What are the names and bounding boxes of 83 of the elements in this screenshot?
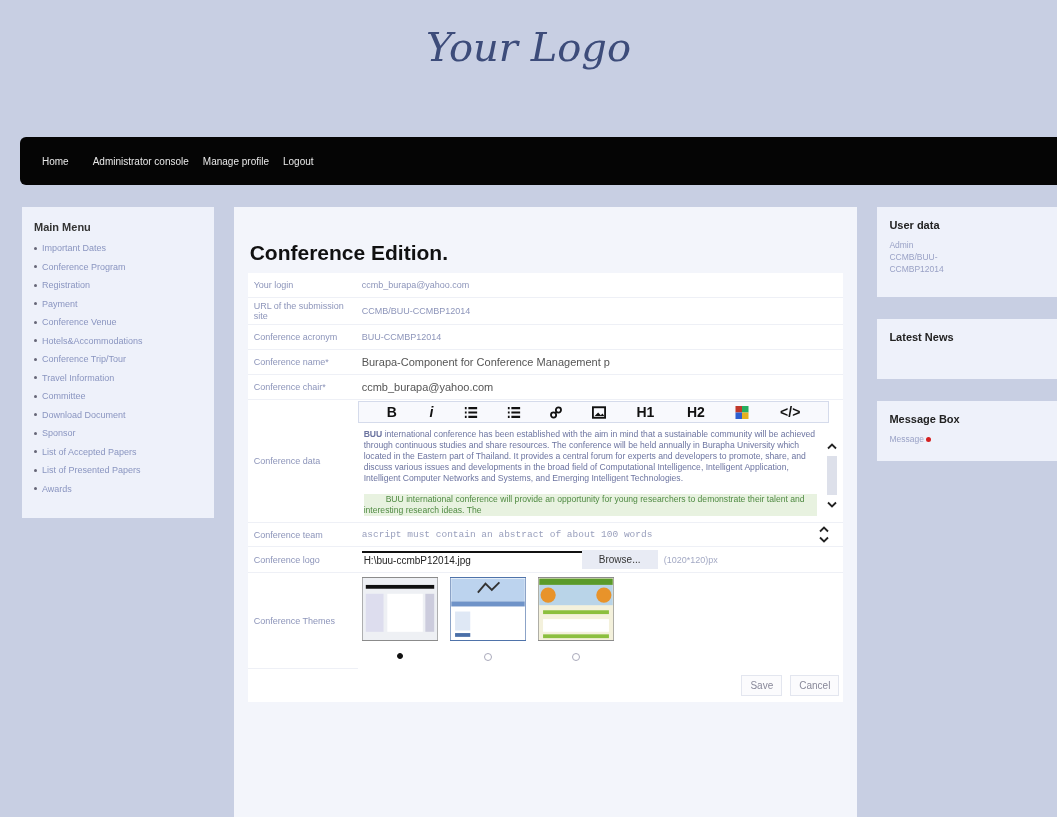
logo-text: Your Logo: [426, 24, 631, 70]
menu-link[interactable]: Conference Program: [42, 261, 126, 272]
nav-link[interactable]: Manage profile: [202, 155, 269, 167]
browse-button[interactable]: Browse...: [581, 550, 658, 569]
image-icon[interactable]: [591, 405, 606, 419]
field-label: Conference name*: [247, 350, 358, 375]
field-value: BUU-CCMBP12014: [361, 332, 442, 342]
scroll-down-icon[interactable]: [819, 536, 830, 543]
menu-link[interactable]: Payment: [42, 298, 78, 309]
menu-link[interactable]: Important Dates: [42, 243, 107, 254]
menu-link[interactable]: Registration: [42, 280, 91, 291]
field-value: ccmb_burapa@yahoo.com: [361, 280, 470, 290]
format-button[interactable]: B: [384, 404, 399, 420]
bullet-icon: [34, 450, 37, 454]
input-field[interactable]: ccmb_burapa@yahoo.com: [361, 381, 682, 393]
bullet-icon: [34, 265, 37, 269]
file-path-field[interactable]: H:\buu-ccmbP12014.jpg: [361, 551, 582, 568]
menu-link[interactable]: Conference Trip/Tour: [42, 354, 127, 365]
theme-thumbnail[interactable]: [449, 577, 526, 641]
list-icon[interactable]: [506, 405, 521, 419]
menu-link[interactable]: Sponsor: [42, 428, 76, 439]
menu-link[interactable]: Hotels&Accommodations: [42, 335, 143, 346]
bullet-icon: [34, 339, 37, 343]
bullet-icon: [34, 413, 37, 417]
bullet-icon: [34, 246, 37, 250]
menu-link[interactable]: Download Document: [42, 409, 126, 420]
nav-link[interactable]: Administrator console: [92, 155, 189, 167]
bullet-icon: [34, 376, 37, 380]
italic-button[interactable]: i: [427, 404, 436, 420]
bullet-icon: [34, 283, 37, 287]
link-icon[interactable]: [549, 405, 564, 419]
radio-button[interactable]: [396, 653, 403, 659]
list-icon[interactable]: [463, 405, 478, 419]
text-area[interactable]: ascript must contain an abstract of about 100 words: [361, 529, 653, 540]
field-value: CCMB/BUU-CCMBP12014: [361, 306, 471, 316]
bullet-icon: [34, 302, 37, 306]
bullet-icon: [34, 320, 37, 324]
menu-link[interactable]: Conference Venue: [42, 317, 117, 328]
form-button[interactable]: Save: [741, 675, 783, 696]
message-link[interactable]: Message: [889, 433, 924, 445]
nav-link[interactable]: Logout: [283, 155, 314, 167]
panel-title: Latest News: [889, 331, 955, 343]
field-label: Your login: [247, 273, 358, 298]
alert-icon: [925, 436, 931, 442]
menu-link[interactable]: List of Presented Papers: [42, 465, 141, 476]
bullet-icon: [34, 394, 37, 398]
format-button[interactable]: </>: [778, 404, 803, 420]
input-field[interactable]: Burapa-Component for Conference Management p: [361, 356, 682, 368]
radio-button[interactable]: [483, 653, 492, 661]
theme-thumbnail[interactable]: [361, 577, 438, 641]
panel-title: Message Box: [889, 413, 961, 425]
field-label: Conference chair*: [247, 375, 358, 400]
field-label: URL of the submission site: [247, 298, 358, 325]
field-label: Conference data: [247, 400, 358, 523]
page-title: Conference Edition.: [249, 241, 449, 265]
bullet-icon: [34, 468, 37, 472]
size-hint: (1020*120)px: [663, 554, 718, 565]
scroll-down-icon[interactable]: [827, 501, 838, 508]
scroll-up-icon[interactable]: [827, 443, 838, 450]
bullet-icon: [34, 431, 37, 435]
menu-link[interactable]: List of Accepted Papers: [42, 446, 137, 457]
menu-link[interactable]: Committee: [42, 391, 86, 402]
user-info-text: Admin: [889, 239, 915, 251]
menu-link[interactable]: Awards: [42, 483, 72, 494]
menu-link[interactable]: Travel Information: [42, 372, 115, 383]
user-info-text: CCMB/BUU-CCMBP12014: [889, 251, 945, 275]
editor-paragraph: BUU international conference will provide an opportunity for young researchers to demonstrate their talent and interesting research ideas. The: [363, 494, 818, 516]
field-label: Conference logo: [247, 547, 358, 573]
color-picker-icon[interactable]: [735, 405, 750, 419]
field-label: Conference team: [247, 523, 358, 547]
field-label: Conference acronym: [247, 325, 358, 350]
bullet-icon: [34, 487, 37, 491]
radio-button[interactable]: [571, 653, 580, 661]
theme-thumbnail[interactable]: [537, 577, 614, 641]
bullet-icon: [34, 357, 37, 361]
scroll-up-icon[interactable]: [819, 526, 830, 533]
form-button[interactable]: Cancel: [790, 675, 840, 696]
panel-title: User data: [889, 219, 941, 231]
format-button[interactable]: H1: [634, 404, 657, 420]
panel-title: Main Menu: [34, 221, 92, 233]
nav-link[interactable]: Home: [42, 155, 69, 167]
editor-paragraph: BUU international conference has been established with the aim in mind that a sustainable community will be achieved through continuous studies and share resources. The conference will be held annually in Burapha University which located in the Eastern part of Thailand. It provides a central forum for experts and developers to promote, share, and discuss various issues and developments in the broad field of Computational Intelligence, Intelligent Application, Intelligent Computer Networks and Systems, and Emerging Intelligent Technologies.: [363, 429, 817, 484]
format-button[interactable]: H2: [684, 404, 707, 420]
